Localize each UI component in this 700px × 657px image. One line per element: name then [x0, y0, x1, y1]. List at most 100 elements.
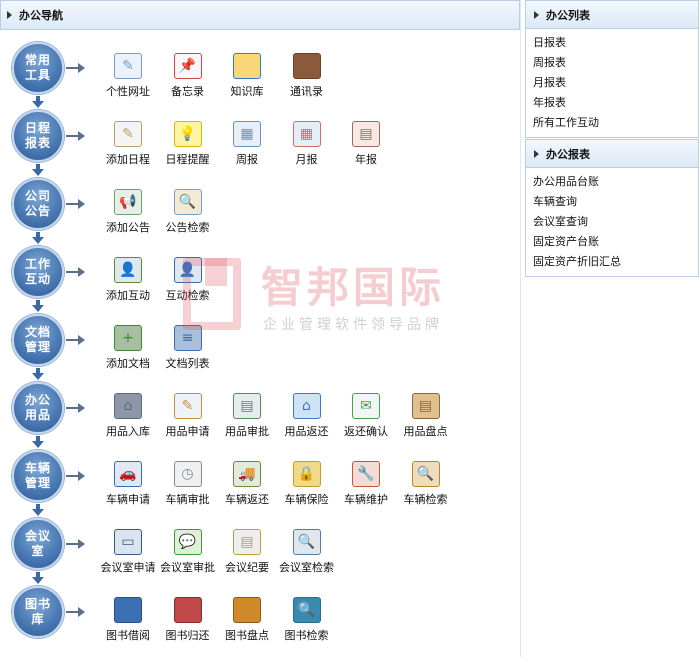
category-schedule-button[interactable]: 日程报表 [12, 110, 64, 162]
nav-item-label: 文档列表 [165, 357, 210, 370]
nav-item-label: 车辆检索 [403, 493, 448, 506]
nav-item-label: 车辆审批 [165, 493, 210, 506]
arrow-right-icon [66, 199, 85, 209]
office-report-item-depreciation-summary[interactable]: 固定资产折旧汇总 [533, 252, 698, 272]
nav-item-vehicles-5[interactable]: 🔧 车辆维护 [336, 461, 396, 507]
nav-item-label: 添加互动 [106, 289, 150, 302]
office-report-item-asset-ledger[interactable]: 固定资产台账 [533, 232, 698, 252]
nav-item-supplies-3[interactable]: ▤ 用品审批 [217, 393, 277, 439]
nav-item-docs-2[interactable]: ≡ 文档列表 [158, 325, 218, 371]
nav-row-schedule: 日程报表 ✎ 添加日程 💡 日程提醒 ▦ 周报 ▦ 月报 ▤ 年报 [0, 103, 521, 176]
nav-item-label: 用品入库 [106, 425, 150, 438]
nav-item-vehicles-6[interactable]: 🔍 车辆检索 [396, 461, 456, 507]
nav-item-schedule-4[interactable]: ▦ 月报 [277, 121, 337, 167]
user-search-icon: 👤 [173, 257, 202, 283]
category-supplies-button[interactable]: 办公用品 [12, 382, 64, 434]
clipboard-icon: ▤ [411, 393, 440, 419]
address-book-icon [292, 53, 321, 79]
nav-item-meeting-4[interactable]: 🔍 会议室检索 [277, 529, 337, 575]
nav-item-label: 用品返还 [284, 425, 329, 438]
office-list-item-monthly[interactable]: 月报表 [533, 73, 698, 93]
category-tools-button[interactable]: 常用工具 [12, 42, 64, 94]
office-report-header: 办公报表 [526, 140, 698, 168]
nav-item-label: 会议纪要 [225, 561, 269, 574]
nav-row-tools: 常用工具 ✎ 个性网址 📌 备忘录 知识库 通讯录 [0, 35, 521, 108]
nav-item-label: 图书盘点 [225, 629, 269, 642]
office-navigation-title: 办公导航 [19, 9, 63, 22]
nav-item-label: 会议室检索 [279, 561, 334, 574]
category-supplies-label: 办公用品 [24, 393, 51, 422]
nav-row-supplies: 办公用品 ⌂ 用品入库 ✎ 用品申请 ▤ 用品审批 ⌂ 用品返还 ✉ 返还确认 ▤ 用品盘点 [0, 375, 521, 448]
nav-item-supplies-2[interactable]: ✎ 用品申请 [158, 393, 218, 439]
nav-item-meeting-1[interactable]: ▭ 会议室申请 [98, 529, 158, 575]
nav-item-library-1[interactable]: 图书借阅 [98, 597, 158, 643]
nav-item-supplies-6[interactable]: ▤ 用品盘点 [396, 393, 456, 439]
envelope-check-icon: ✉ [352, 393, 380, 419]
nav-item-schedule-5[interactable]: ▤ 年报 [336, 121, 396, 167]
nav-item-supplies-4[interactable]: ⌂ 用品返还 [277, 393, 337, 439]
nav-item-meeting-2[interactable]: 💬 会议室审批 [158, 529, 218, 575]
triangle-right-icon [7, 11, 12, 19]
office-list-item-yearly[interactable]: 年报表 [533, 93, 698, 113]
nav-row-docs: 文档管理 + 添加文档 ≡ 文档列表 [0, 307, 521, 380]
category-announce-button[interactable]: 公司公告 [12, 178, 64, 230]
nav-row-vehicles: 车辆管理 🚗 车辆申请 ◷ 车辆审批 🚚 车辆返还 🔒 车辆保险 🔧 车辆维护 🔍 车辆检索 [0, 443, 521, 516]
nav-item-docs-1[interactable]: + 添加文档 [98, 325, 158, 371]
nav-item-vehicles-2[interactable]: ◷ 车辆审批 [158, 461, 218, 507]
office-list-item-daily[interactable]: 日报表 [533, 33, 698, 53]
category-meeting-button[interactable]: 会议室 [12, 518, 64, 570]
nav-item-vehicles-4[interactable]: 🔒 车辆保险 [277, 461, 337, 507]
nav-item-announce-1[interactable]: 📢 添加公告 [98, 189, 158, 235]
nav-item-announce-2[interactable]: 🔍 公告检索 [158, 189, 218, 235]
nav-item-vehicles-1[interactable]: 🚗 车辆申请 [98, 461, 158, 507]
car-repair-icon: 🔧 [352, 461, 380, 487]
office-list-header: 办公列表 [526, 1, 698, 29]
nav-item-tools-4[interactable]: 通讯录 [277, 53, 337, 99]
office-report-item-supplies-ledger[interactable]: 办公用品台账 [533, 172, 698, 192]
nav-item-library-2[interactable]: 图书归还 [158, 597, 218, 643]
nav-item-schedule-2[interactable]: 💡 日程提醒 [158, 121, 218, 167]
arrow-right-icon [66, 471, 85, 481]
category-interact-button[interactable]: 工作互动 [12, 246, 64, 298]
truck-return-icon: 🚚 [233, 461, 261, 487]
nav-item-supplies-5[interactable]: ✉ 返还确认 [336, 393, 396, 439]
office-report-item-vehicle-query[interactable]: 车辆查询 [533, 192, 698, 212]
nav-item-vehicles-3[interactable]: 🚚 车辆返还 [217, 461, 277, 507]
office-list-item-all-interactions[interactable]: 所有工作互动 [533, 113, 698, 133]
nav-item-label: 公告检索 [165, 221, 210, 234]
nav-item-tools-2[interactable]: 📌 备忘录 [158, 53, 218, 99]
nav-item-library-4[interactable]: 🔍 图书检索 [277, 597, 337, 643]
office-report-panel: 办公报表 办公用品台账 车辆查询 会议室查询 固定资产台账 固定资产折旧汇总 [525, 139, 699, 277]
category-schedule-label: 日程报表 [24, 121, 51, 150]
megaphone-icon: 📢 [114, 189, 142, 215]
folder-icon [233, 53, 261, 79]
book-box-icon [233, 597, 261, 623]
arrow-right-icon [66, 335, 85, 345]
nav-item-tools-3[interactable]: 知识库 [217, 53, 277, 99]
nav-item-meeting-3[interactable]: ▤ 会议纪要 [217, 529, 277, 575]
arrow-right-icon [66, 403, 85, 413]
category-vehicles-button[interactable]: 车辆管理 [12, 450, 64, 502]
nav-item-tools-1[interactable]: ✎ 个性网址 [98, 53, 158, 99]
nav-item-schedule-3[interactable]: ▦ 周报 [217, 121, 277, 167]
nav-item-schedule-1[interactable]: ✎ 添加日程 [98, 121, 158, 167]
nav-item-label: 车辆保险 [284, 493, 329, 506]
nav-item-label: 月报 [295, 153, 318, 166]
nav-row-announce: 公司公告 📢 添加公告 🔍 公告检索 [0, 171, 521, 244]
nav-item-library-3[interactable]: 图书盘点 [217, 597, 277, 643]
book-red-icon [173, 597, 202, 623]
nav-item-label: 日程提醒 [165, 153, 210, 166]
nav-item-label: 互动检索 [165, 289, 210, 302]
office-list-item-weekly[interactable]: 周报表 [533, 53, 698, 73]
lightbulb-icon: 💡 [173, 121, 202, 147]
monitor-search-icon: 🔍 [292, 529, 321, 555]
office-report-item-meeting-query[interactable]: 会议室查询 [533, 212, 698, 232]
nav-item-interact-1[interactable]: 👤 添加互动 [98, 257, 158, 303]
category-library-button[interactable]: 图书库 [12, 586, 64, 638]
week-calendar-icon: ▦ [233, 121, 261, 147]
category-docs-button[interactable]: 文档管理 [12, 314, 64, 366]
nav-item-label: 周报 [236, 153, 258, 166]
nav-item-interact-2[interactable]: 👤 互动检索 [158, 257, 218, 303]
nav-item-supplies-1[interactable]: ⌂ 用品入库 [98, 393, 158, 439]
office-navigation-header: 办公导航 [0, 0, 520, 30]
